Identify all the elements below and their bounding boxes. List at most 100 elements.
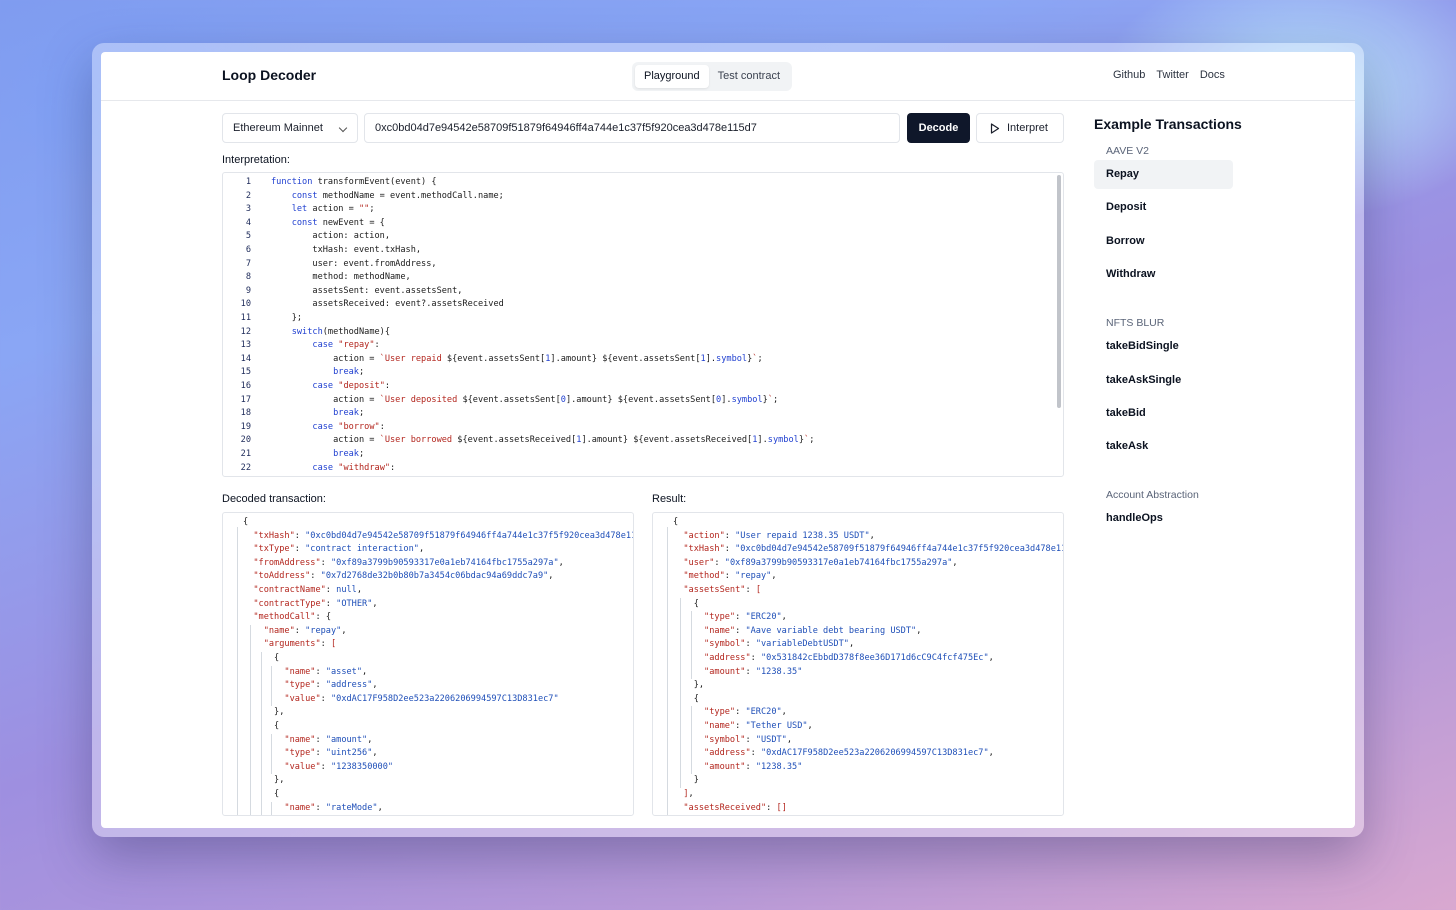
chevron-down-icon [338, 123, 348, 133]
example-item-repay[interactable]: Repay [1094, 160, 1233, 189]
line-number: 3 [245, 204, 251, 215]
json-line: "name": "Tether USD", [704, 721, 813, 731]
example-group-label: Account Abstraction [1106, 489, 1199, 502]
example-item-withdraw[interactable]: Withdraw [1094, 260, 1233, 289]
tab-playground[interactable]: Playground [635, 65, 709, 88]
line-number: 4 [245, 217, 251, 228]
tab-test-contract[interactable]: Test contract [709, 65, 789, 88]
editor-scrollbar[interactable] [1057, 175, 1061, 408]
json-line: "contractName": null, [253, 585, 363, 595]
code-line: 20 action = `User borrowed ${event.asset… [223, 434, 1053, 448]
result-label: Result: [652, 493, 687, 505]
json-line: { [274, 789, 280, 799]
line-number: 11 [240, 313, 251, 323]
line-content: function transformEvent(event) { [271, 177, 437, 187]
code-line: 15 break; [223, 366, 1053, 380]
json-line: "type": "ERC20", [704, 612, 787, 623]
json-line: "symbol": "USDT", [704, 734, 793, 745]
top-header: Loop Decoder Playground Test contract Gi… [101, 52, 1355, 101]
code-line: 22 case "withdraw": [223, 462, 1053, 476]
line-content: break; [333, 449, 365, 459]
json-line: { [243, 517, 249, 527]
code-editor[interactable]: 1 function transformEvent(event) { 2 const… [222, 172, 1064, 477]
app-window: Loop Decoder Playground Test contract Gi… [101, 52, 1355, 828]
example-item-takebidsingle[interactable]: takeBidSingle [1094, 332, 1233, 361]
twitter-link[interactable]: Twitter [1156, 69, 1188, 81]
result-json-panel[interactable]: { "action": "User repaid 1238.35 USDT", … [652, 512, 1064, 816]
example-item-takeasksingle[interactable]: takeAskSingle [1094, 366, 1233, 395]
tx-hash-input[interactable] [364, 113, 900, 143]
json-line: }, [274, 775, 285, 786]
line-number: 13 [240, 340, 251, 351]
json-line: "name": "Aave variable debt bearing USDT… [704, 625, 922, 636]
play-icon [990, 123, 1000, 134]
line-content: action = `User deposited ${event.assetsS… [271, 394, 779, 405]
line-content: case "withdraw": [312, 462, 396, 473]
json-line: { [274, 721, 280, 731]
json-line: "contractType": "OTHER", [253, 598, 378, 609]
json-line: "fromAddress": "0xf89a3799b90593317e0a1e… [253, 557, 564, 568]
json-line: "name": "rateMode", [284, 802, 383, 813]
line-number: 22 [240, 462, 251, 473]
line-content: assetsReceived: event?.assetsReceived [271, 299, 504, 310]
docs-link[interactable]: Docs [1200, 69, 1225, 81]
line-content: method: methodName, [271, 272, 411, 283]
code-line: 2 const methodName = event.methodCall.na… [223, 190, 1053, 204]
code-line: 16 case "deposit": [223, 380, 1053, 394]
json-line: "txHash": "0xc0bd04d7e94542e58709f51879f… [253, 530, 634, 541]
example-item-deposit[interactable]: Deposit [1094, 193, 1233, 222]
code-line: 13 case "repay": [223, 339, 1053, 353]
example-item-borrow[interactable]: Borrow [1094, 227, 1233, 256]
json-line: "amount": "1238.35" [704, 761, 803, 772]
code-line: 14 action = `User repaid ${event.assetsS… [223, 353, 1053, 367]
line-content: case "borrow": [312, 421, 385, 432]
json-line: }, [274, 707, 285, 718]
json-line: "symbol": "variableDebtUSDT", [704, 639, 855, 650]
line-content: action = `User borrowed ${event.assetsRe… [271, 435, 815, 446]
code-line: 9 assetsSent: event.assetsSent, [223, 285, 1053, 299]
json-line: "assetsReceived": [] [683, 802, 787, 813]
example-group-label: NFTS BLUR [1106, 317, 1165, 330]
line-content: txHash: event.txHash, [271, 245, 422, 255]
line-content: }; [271, 313, 303, 323]
line-number: 1 [245, 177, 251, 187]
json-line: } [693, 775, 699, 786]
json-line: "arguments": [ [263, 639, 337, 650]
json-line: "value": "1238350000" [284, 761, 394, 772]
indent-guide [237, 527, 238, 815]
code-line: 7 user: event.fromAddress, [223, 258, 1053, 272]
line-content: user: event.fromAddress, [271, 258, 437, 269]
line-content: assetsSent: event.assetsSent, [271, 285, 463, 296]
line-number: 14 [240, 353, 251, 364]
decoded-json-panel[interactable]: { "txHash": "0xc0bd04d7e94542e58709f5187… [222, 512, 634, 816]
chain-select[interactable]: Ethereum Mainnet [222, 113, 358, 143]
code-line: 5 action: action, [223, 230, 1053, 244]
example-item-takebid[interactable]: takeBid [1094, 399, 1233, 428]
json-line: "address": "0xdAC17F958D2ee523a220620699… [704, 748, 994, 759]
github-link[interactable]: Github [1113, 69, 1145, 81]
json-line: { [693, 693, 699, 704]
line-number: 7 [245, 258, 251, 269]
example-group-label: AAVE V2 [1106, 145, 1149, 157]
json-line: "method": "repay", [683, 571, 777, 582]
code-line: 11 }; [223, 312, 1053, 326]
line-content: switch(methodName){ [291, 326, 391, 337]
example-item-takeask[interactable]: takeAsk [1094, 432, 1233, 461]
mode-tabs: Playground Test contract [632, 62, 793, 91]
interpretation-label: Interpretation: [222, 154, 290, 166]
json-line: "action": "User repaid 1238.35 USDT", [683, 530, 875, 541]
line-number: 9 [245, 285, 251, 296]
line-content: const newEvent = { [291, 217, 385, 228]
line-content: action = `User repaid ${event.assetsSent… [271, 353, 763, 364]
code-line: 18 break; [223, 407, 1053, 421]
interpret-button[interactable]: Interpret [976, 113, 1064, 143]
line-number: 15 [240, 367, 251, 378]
indent-guide [667, 527, 668, 815]
code-line: 6 txHash: event.txHash, [223, 244, 1053, 258]
decode-button[interactable]: Decode [907, 113, 970, 143]
json-line: "amount": "1238.35" [704, 666, 803, 677]
code-line: 3 let action = ""; [223, 203, 1053, 217]
line-number: 8 [245, 272, 251, 283]
example-item-handleops[interactable]: handleOps [1094, 504, 1233, 533]
line-content: const methodName = event.methodCall.name… [291, 190, 504, 201]
